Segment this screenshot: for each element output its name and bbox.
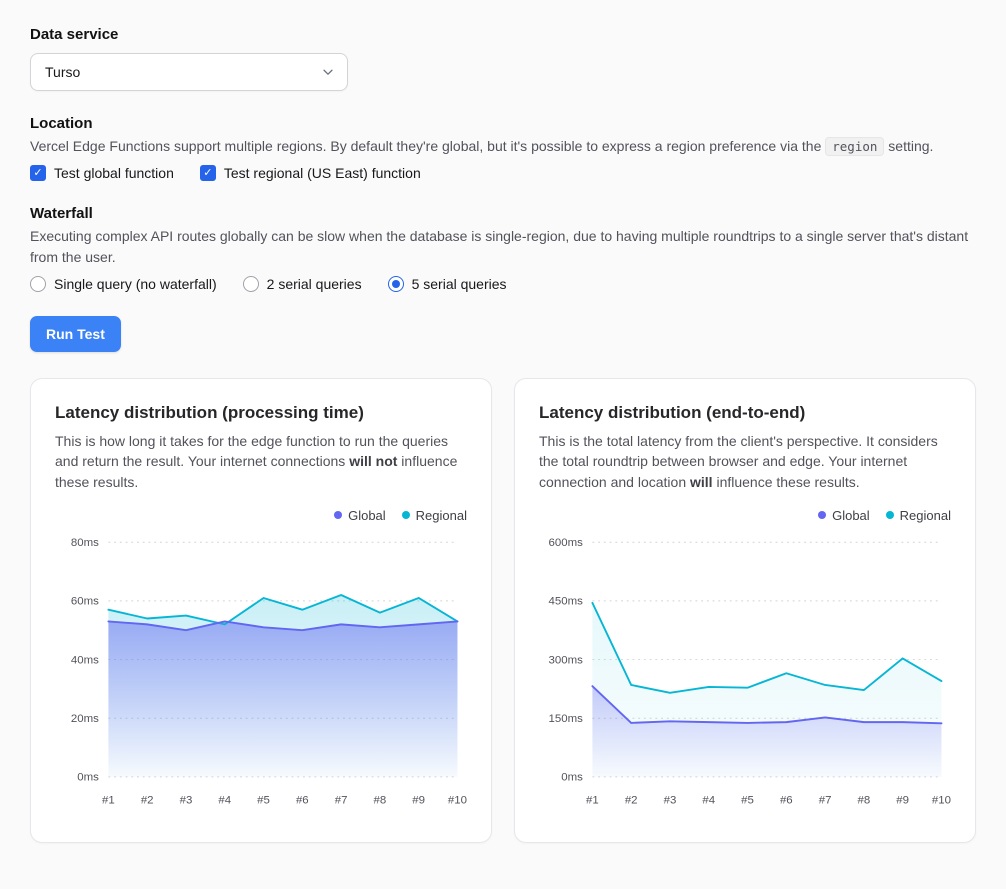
processing-time-card: Latency distribution (processing time) T… (30, 378, 492, 843)
regional-legend-dot (886, 511, 894, 519)
svg-text:#2: #2 (141, 794, 154, 806)
svg-text:0ms: 0ms (561, 772, 583, 784)
radio-single-query-circle[interactable] (30, 276, 46, 292)
waterfall-section: Waterfall Executing complex API routes g… (30, 205, 976, 292)
svg-text:#3: #3 (664, 794, 677, 806)
location-description-text: Vercel Edge Functions support multiple r… (30, 138, 825, 154)
global-legend-dot (334, 511, 342, 519)
charts-row: Latency distribution (processing time) T… (30, 378, 976, 843)
processing-desc-bold: will not (349, 453, 397, 469)
regional-legend-dot (402, 511, 410, 519)
svg-text:#9: #9 (412, 794, 425, 806)
radio-5-serial-circle[interactable] (388, 276, 404, 292)
checkbox-test-regional-box[interactable]: ✓ (200, 165, 216, 181)
svg-text:#10: #10 (448, 794, 467, 806)
svg-text:#8: #8 (374, 794, 387, 806)
checkbox-test-regional-function[interactable]: ✓ Test regional (US East) function (200, 165, 421, 181)
end-to-end-title: Latency distribution (end-to-end) (539, 403, 951, 423)
svg-text:0ms: 0ms (77, 772, 99, 784)
legend-item-global: Global (818, 508, 870, 523)
radio-2-serial-queries[interactable]: 2 serial queries (243, 276, 362, 292)
svg-text:#6: #6 (296, 794, 309, 806)
radio-5-serial-label: 5 serial queries (412, 276, 507, 292)
latency-processing-chart: 0ms 20ms 40ms 60ms 80ms #1 #2 #3 #4 #5 #6 #7 #8 #9 #10 (55, 527, 467, 825)
svg-text:20ms: 20ms (71, 713, 99, 725)
end-to-end-card: Latency distribution (end-to-end) This i… (514, 378, 976, 843)
svg-text:80ms: 80ms (71, 537, 99, 549)
data-service-select[interactable]: Turso (30, 53, 348, 91)
chevron-down-icon (321, 65, 335, 79)
processing-time-title: Latency distribution (processing time) (55, 403, 467, 423)
end-to-end-description: This is the total latency from the clien… (539, 431, 951, 492)
checkbox-test-global-function[interactable]: ✓ Test global function (30, 165, 174, 181)
latency-end-to-end-chart: 0ms 150ms 300ms 450ms 600ms #1 #2 #3 #4 #5 #6 #7 #8 #… (539, 527, 951, 825)
svg-text:40ms: 40ms (71, 654, 99, 666)
svg-text:#2: #2 (625, 794, 638, 806)
location-description: Vercel Edge Functions support multiple r… (30, 136, 976, 157)
waterfall-description: Executing complex API routes globally ca… (30, 226, 976, 268)
radio-single-query[interactable]: Single query (no waterfall) (30, 276, 217, 292)
global-legend-dot (818, 511, 826, 519)
checkbox-test-global-label: Test global function (54, 165, 174, 181)
svg-text:150ms: 150ms (549, 713, 584, 725)
svg-text:#3: #3 (180, 794, 193, 806)
location-section: Location Vercel Edge Functions support m… (30, 115, 976, 181)
svg-text:#1: #1 (102, 794, 115, 806)
location-description-suffix: setting. (884, 138, 933, 154)
svg-text:#4: #4 (218, 794, 231, 806)
legend-item-regional: Regional (402, 508, 467, 523)
waterfall-heading: Waterfall (30, 205, 976, 222)
legend-item-regional: Regional (886, 508, 951, 523)
svg-text:#8: #8 (858, 794, 871, 806)
global-legend-label: Global (832, 508, 870, 523)
svg-text:#6: #6 (780, 794, 793, 806)
run-test-button[interactable]: Run Test (30, 316, 121, 352)
legend-item-global: Global (334, 508, 386, 523)
data-service-heading: Data service (30, 26, 976, 43)
svg-text:#4: #4 (702, 794, 715, 806)
waterfall-radio-row: Single query (no waterfall) 2 serial que… (30, 276, 976, 292)
svg-text:#7: #7 (335, 794, 348, 806)
regional-legend-label: Regional (416, 508, 467, 523)
e2e-desc-bold: will (690, 474, 713, 490)
checkbox-test-global-box[interactable]: ✓ (30, 165, 46, 181)
global-legend-label: Global (348, 508, 386, 523)
svg-text:60ms: 60ms (71, 596, 99, 608)
data-service-selected-value: Turso (45, 64, 80, 80)
location-heading: Location (30, 115, 976, 132)
svg-text:300ms: 300ms (549, 654, 584, 666)
svg-text:600ms: 600ms (549, 537, 584, 549)
processing-chart-legend: Global Regional (55, 508, 467, 523)
e2e-desc-part2: influence these results. (713, 474, 860, 490)
svg-text:#9: #9 (896, 794, 909, 806)
location-checkbox-row: ✓ Test global function ✓ Test regional (… (30, 165, 976, 181)
end-to-end-chart-legend: Global Regional (539, 508, 951, 523)
data-service-section: Data service Turso (30, 26, 976, 91)
processing-time-description: This is how long it takes for the edge f… (55, 431, 467, 492)
radio-single-query-label: Single query (no waterfall) (54, 276, 217, 292)
radio-5-serial-queries[interactable]: 5 serial queries (388, 276, 507, 292)
svg-text:#5: #5 (257, 794, 270, 806)
svg-text:#10: #10 (932, 794, 951, 806)
svg-text:#7: #7 (819, 794, 832, 806)
svg-text:#5: #5 (741, 794, 754, 806)
svg-text:450ms: 450ms (549, 596, 584, 608)
radio-2-serial-label: 2 serial queries (267, 276, 362, 292)
checkbox-test-regional-label: Test regional (US East) function (224, 165, 421, 181)
regional-legend-label: Regional (900, 508, 951, 523)
region-code-chip: region (825, 137, 884, 156)
svg-text:#1: #1 (586, 794, 599, 806)
radio-2-serial-circle[interactable] (243, 276, 259, 292)
